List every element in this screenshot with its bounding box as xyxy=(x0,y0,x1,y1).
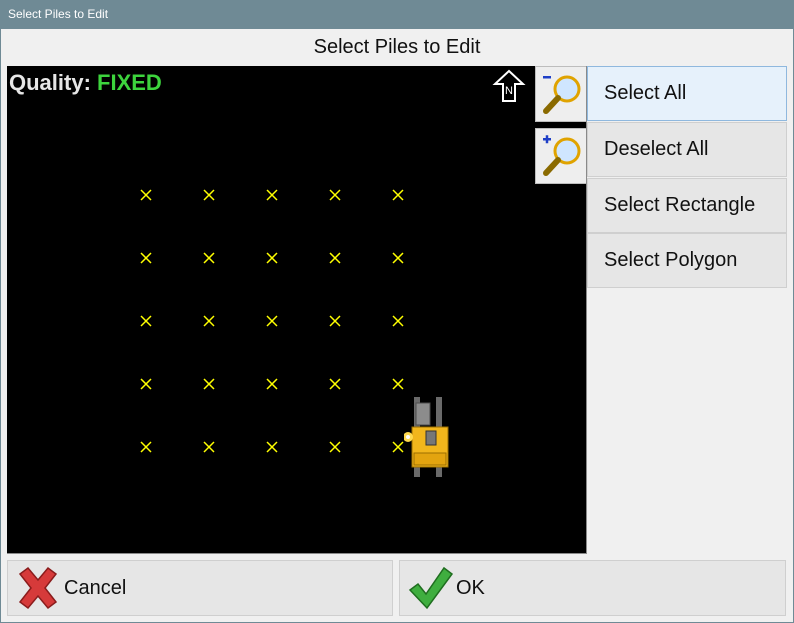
cancel-label: Cancel xyxy=(64,577,127,599)
pile-marker[interactable] xyxy=(391,440,405,454)
pile-marker[interactable] xyxy=(202,188,216,202)
ok-label: OK xyxy=(456,577,485,599)
window-titlebar: Select Piles to Edit xyxy=(0,0,794,29)
pile-marker[interactable] xyxy=(202,440,216,454)
pile-marker[interactable] xyxy=(139,188,153,202)
pile-marker[interactable] xyxy=(391,314,405,328)
pile-marker[interactable] xyxy=(139,377,153,391)
pile-marker[interactable] xyxy=(265,188,279,202)
pile-map-canvas[interactable]: Quality: FIXED N xyxy=(7,66,587,554)
select-rectangle-button[interactable]: Select Rectangle xyxy=(587,178,787,233)
north-arrow-icon: N xyxy=(492,69,526,102)
dialog-heading: Select Piles to Edit xyxy=(313,36,481,58)
piling-machine-icon xyxy=(404,397,449,477)
zoom-in-button[interactable] xyxy=(535,128,586,184)
pile-marker[interactable] xyxy=(265,440,279,454)
ok-check-icon xyxy=(408,566,454,610)
pile-marker[interactable] xyxy=(391,251,405,265)
pile-marker[interactable] xyxy=(265,377,279,391)
pile-marker[interactable] xyxy=(328,440,342,454)
pile-marker[interactable] xyxy=(328,188,342,202)
dialog-window: Select Piles to Edit Select Piles to Edi… xyxy=(0,0,794,623)
quality-label: Quality: xyxy=(9,70,91,95)
pile-marker[interactable] xyxy=(265,314,279,328)
pile-marker[interactable] xyxy=(391,188,405,202)
select-polygon-button[interactable]: Select Polygon xyxy=(587,233,787,288)
quality-indicator: Quality: FIXED xyxy=(9,70,162,96)
pile-marker[interactable] xyxy=(139,314,153,328)
cancel-x-icon xyxy=(18,566,58,610)
dialog-body: Select Piles to Edit Quality: FIXED N Se… xyxy=(1,29,793,622)
pile-marker[interactable] xyxy=(265,251,279,265)
zoom-out-icon xyxy=(543,75,581,114)
quality-value: FIXED xyxy=(97,70,162,95)
pile-marker[interactable] xyxy=(391,377,405,391)
deselect-all-button[interactable]: Deselect All xyxy=(587,122,787,177)
pile-marker[interactable] xyxy=(202,314,216,328)
pile-marker[interactable] xyxy=(328,314,342,328)
pile-marker[interactable] xyxy=(202,251,216,265)
pile-marker[interactable] xyxy=(139,251,153,265)
zoom-in-icon xyxy=(543,135,581,176)
pile-marker[interactable] xyxy=(328,251,342,265)
pile-marker[interactable] xyxy=(139,440,153,454)
cancel-button[interactable]: Cancel xyxy=(7,560,393,616)
pile-marker[interactable] xyxy=(328,377,342,391)
ok-button[interactable]: OK xyxy=(399,560,786,616)
zoom-out-button[interactable] xyxy=(535,66,586,122)
north-label: N xyxy=(505,85,513,97)
pile-marker[interactable] xyxy=(202,377,216,391)
select-all-button[interactable]: Select All xyxy=(587,66,787,121)
